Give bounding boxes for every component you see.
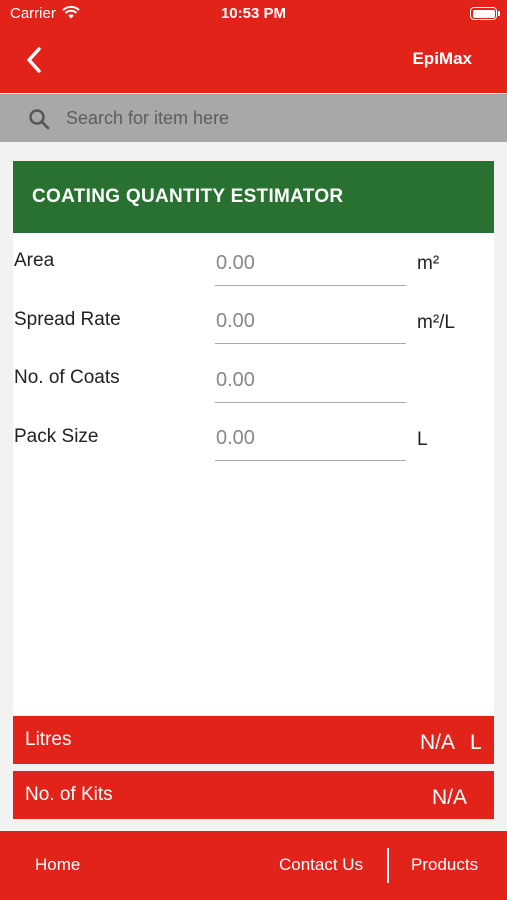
battery-icon — [470, 7, 500, 20]
spread-rate-unit: m²/L — [417, 312, 455, 333]
kits-value: N/A — [432, 786, 468, 809]
tab-divider — [387, 848, 389, 883]
brand-title: EpiMax — [412, 49, 472, 68]
estimator-panel: COATING QUANTITY ESTIMATOR Area m² Sprea… — [13, 161, 494, 715]
pack-size-unit: L — [417, 429, 428, 450]
pack-size-input[interactable] — [215, 417, 406, 461]
tab-contact-us[interactable]: Contact Us — [279, 855, 363, 875]
area-input[interactable] — [215, 242, 406, 286]
search-icon — [29, 109, 50, 130]
pack-size-label: Pack Size — [14, 426, 99, 447]
panel-title: COATING QUANTITY ESTIMATOR — [13, 161, 494, 233]
area-label: Area — [14, 250, 55, 271]
spread-rate-label: Spread Rate — [14, 309, 121, 330]
kits-label: No. of Kits — [25, 784, 113, 805]
bottom-tab-bar: Home Contact Us Products — [0, 831, 507, 900]
tab-products[interactable]: Products — [411, 855, 478, 875]
area-unit: m² — [417, 253, 440, 274]
litres-label: Litres — [25, 729, 72, 750]
litres-unit: L — [470, 731, 482, 754]
search-bar[interactable] — [0, 94, 507, 142]
coats-input[interactable] — [215, 359, 406, 403]
spread-rate-input[interactable] — [215, 300, 406, 344]
status-bar: Carrier 10:53 PM — [0, 0, 507, 28]
litres-result: Litres N/A L — [13, 716, 494, 764]
chevron-left-icon — [27, 47, 41, 73]
clock: 10:53 PM — [220, 5, 287, 22]
kits-result: No. of Kits N/A — [13, 771, 494, 819]
litres-value: N/A — [420, 731, 456, 754]
tab-home[interactable]: Home — [35, 855, 80, 875]
search-input[interactable] — [66, 103, 486, 133]
coats-label: No. of Coats — [14, 367, 120, 388]
back-button[interactable] — [20, 42, 52, 78]
